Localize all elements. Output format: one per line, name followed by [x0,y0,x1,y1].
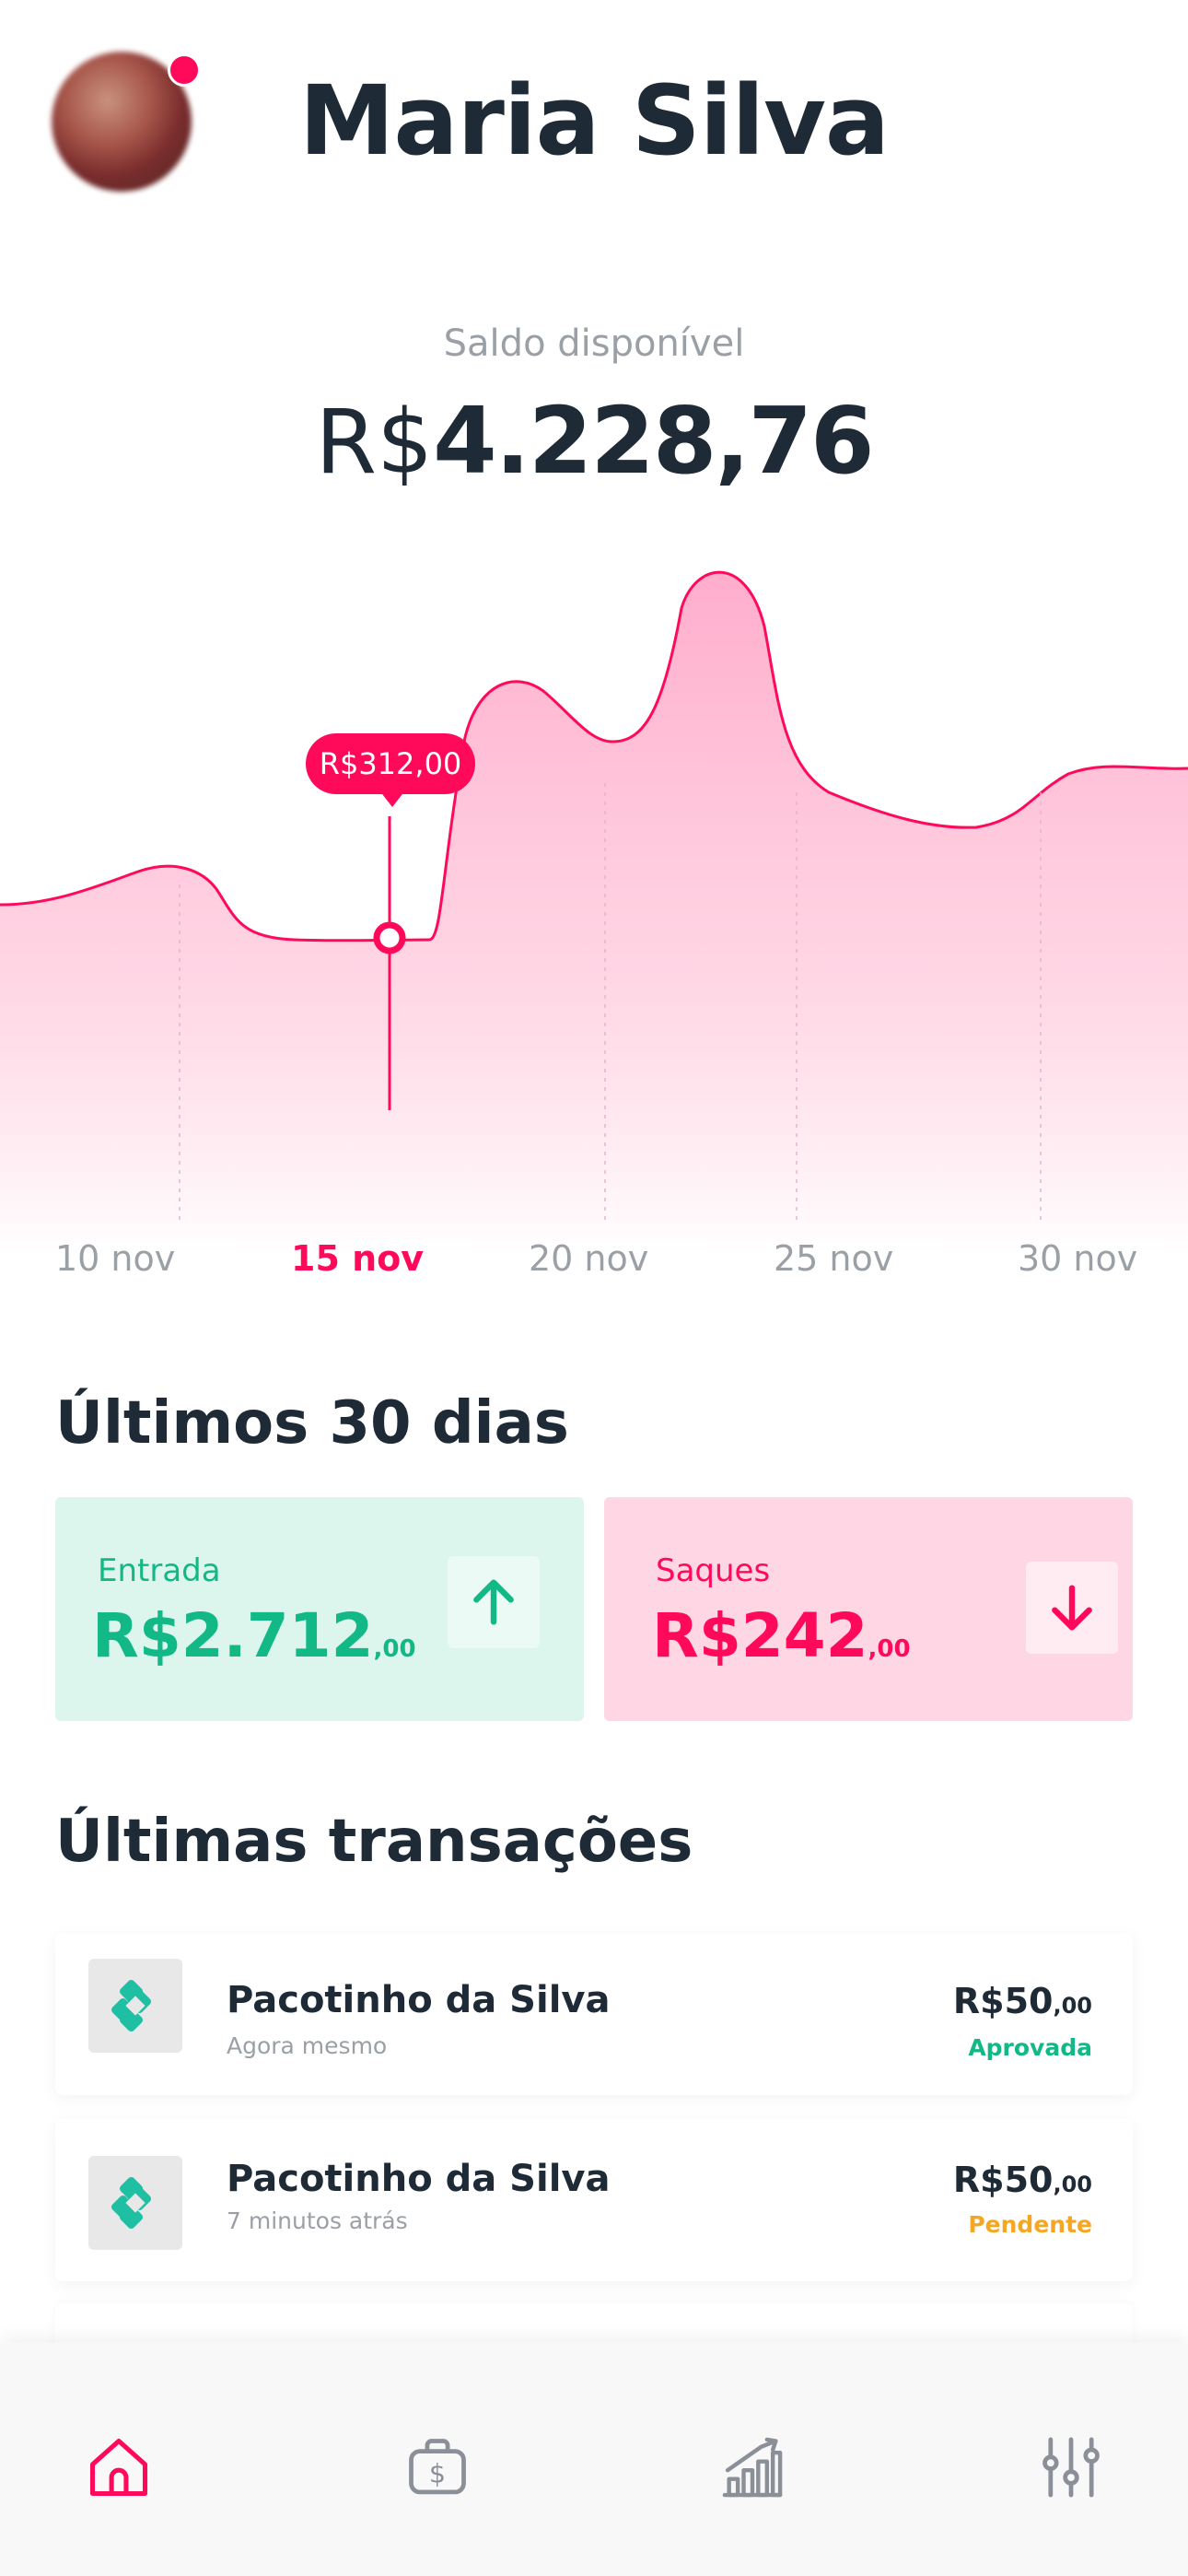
transaction-time: Agora mesmo [227,2032,388,2059]
home-icon [89,2438,148,2497]
chart-x-axis: 10 nov 15 nov 20 nov 25 nov 30 nov [0,1238,1188,1290]
selected-point[interactable] [373,921,406,954]
transactions-title: Últimas transações [55,1808,693,1876]
income-card[interactable]: Entrada R$2.712,00 [55,1497,584,1721]
x-label-15nov[interactable]: 15 nov [291,1238,424,1279]
transaction-name: Pacotinho da Silva [227,1979,611,2021]
withdrawals-label: Saques [656,1552,771,1589]
transaction-name: Pacotinho da Silva [227,2158,611,2200]
settings-sliders-icon [1042,2437,1100,2498]
user-name: Maria Silva [298,64,890,177]
chart-icon [722,2437,783,2498]
withdrawals-card[interactable]: Saques R$242,00 [604,1497,1133,1721]
withdrawals-button[interactable] [1026,1562,1118,1654]
transaction-amount: R$50,00 [952,2160,1092,2200]
wallet-icon: $ [409,2439,466,2495]
svg-text:$: $ [429,2458,446,2488]
x-label-25nov[interactable]: 25 nov [774,1238,893,1279]
arrow-down-icon [1052,1585,1092,1631]
pix-icon [88,1959,182,2053]
balance-value: R$4.228,76 [0,387,1188,495]
transaction-row[interactable]: Pacotinho da Silva Agora mesmo R$50,00 A… [55,1933,1133,2095]
pix-icon [88,2156,182,2250]
nav-home[interactable] [77,2426,160,2509]
withdrawals-amount: R$242,00 [652,1600,911,1671]
income-label: Entrada [98,1552,221,1589]
nav-settings[interactable] [1030,2426,1112,2509]
chart-tooltip: R$312,00 [306,733,475,807]
income-button[interactable] [448,1556,540,1648]
nav-stats[interactable] [711,2426,794,2509]
transaction-status: Aprovada [968,2034,1092,2061]
transaction-row[interactable]: Pacotinho da Silva 7 minutos atrás R$50,… [55,2119,1133,2281]
balance-chart[interactable] [0,553,1188,1253]
summary-title: Últimos 30 dias [55,1389,569,1458]
income-amount: R$2.712,00 [92,1600,416,1671]
chart-area [0,572,1188,1253]
balance-label: Saldo disponível [443,322,745,365]
bottom-nav: $ [0,2343,1188,2576]
nav-wallet[interactable]: $ [396,2426,479,2509]
x-label-20nov[interactable]: 20 nov [529,1238,648,1279]
arrow-up-icon [473,1579,514,1625]
transaction-time: 7 minutos atrás [227,2207,408,2234]
x-label-30nov[interactable]: 30 nov [1018,1238,1137,1279]
balance-amount: 4.228,76 [433,387,874,495]
transaction-status: Pendente [968,2211,1092,2238]
x-label-10nov[interactable]: 10 nov [55,1238,175,1279]
balance-currency: R$ [315,391,434,494]
transaction-amount: R$50,00 [952,1981,1092,2021]
